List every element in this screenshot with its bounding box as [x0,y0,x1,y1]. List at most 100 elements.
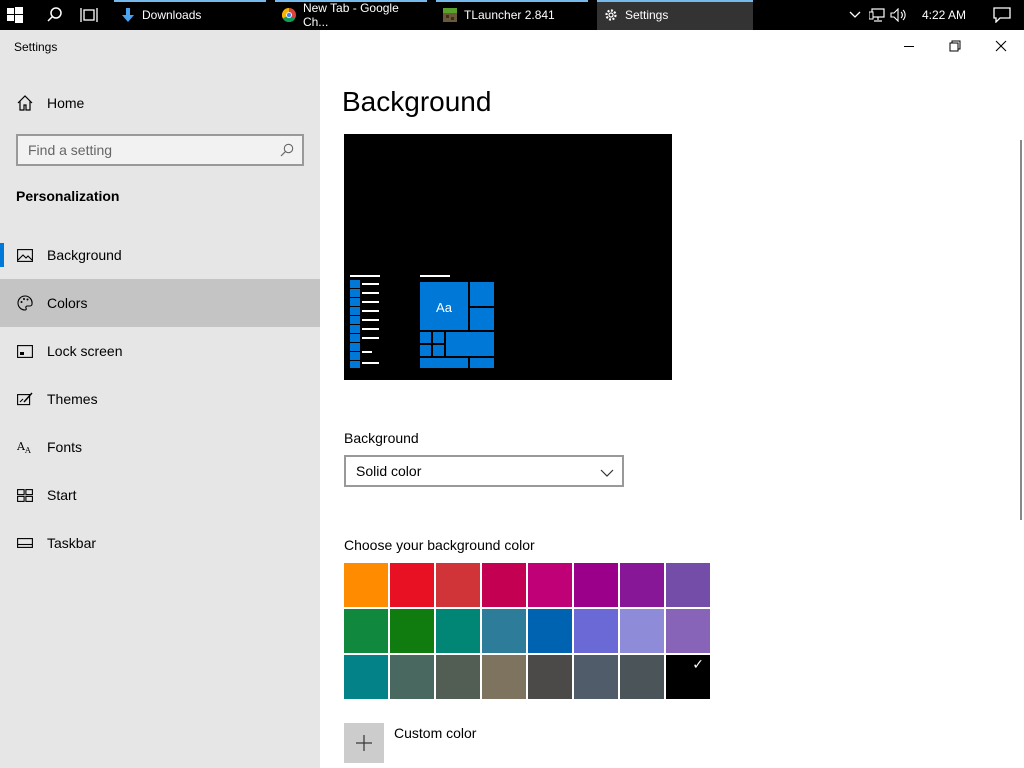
svg-text:A: A [24,446,31,454]
sidebar-section-heading: Personalization [16,188,120,204]
selection-indicator [0,243,4,267]
chevron-down-icon [600,465,614,481]
network-icon[interactable] [866,0,888,30]
volume-icon[interactable] [888,0,910,30]
taskbar-item-tlauncher[interactable]: TLauncher 2.841 [436,0,588,30]
preview-tile-text: Aa [436,300,453,315]
minimize-button[interactable] [886,30,932,62]
color-swatch[interactable] [666,563,710,607]
color-picker-label: Choose your background color [344,537,535,553]
color-swatch[interactable] [620,563,664,607]
plus-icon [344,723,384,763]
start-menu-preview: Aa [350,275,494,368]
chevron-up-icon[interactable] [844,0,866,30]
running-indicator [275,0,427,2]
sidebar-item-label: Colors [47,295,88,311]
action-center-icon[interactable] [980,0,1024,30]
sidebar-nav: Background Colors Lock screen Themes AA … [0,231,320,567]
taskbar-item-label: New Tab - Google Ch... [302,1,399,29]
sidebar-item-taskbar[interactable]: Taskbar [0,519,320,567]
sidebar-item-fonts[interactable]: AA Fonts [0,423,320,471]
taskbar-item-label: Settings [625,8,669,22]
color-swatch[interactable] [482,563,526,607]
windows-start-icon[interactable] [0,0,30,30]
dropdown-value: Solid color [356,463,422,479]
gear-icon [603,7,619,23]
close-button[interactable] [978,30,1024,62]
custom-color-button[interactable]: Custom color [344,723,476,763]
color-swatch[interactable] [482,655,526,699]
taskbar-item-label: TLauncher 2.841 [464,8,555,22]
window-title: Settings [14,40,58,54]
palette-icon [0,295,47,311]
picture-icon [0,248,47,262]
themes-icon [0,392,47,406]
background-type-label: Background [344,430,419,446]
search-icon[interactable] [280,143,294,162]
sidebar-item-label: Lock screen [47,343,123,359]
color-swatch[interactable] [620,655,664,699]
sidebar-item-label: Home [47,95,85,111]
desktop-preview: Aa [344,134,672,380]
color-swatch[interactable] [344,609,388,653]
color-swatch[interactable] [666,655,710,699]
color-swatch[interactable] [574,655,618,699]
custom-color-label: Custom color [394,725,477,741]
sidebar-item-colors[interactable]: Colors [0,279,320,327]
running-indicator [436,0,588,2]
taskbar-item-downloads[interactable]: Downloads [114,0,266,30]
color-swatch[interactable] [344,655,388,699]
color-swatch[interactable] [390,609,434,653]
fonts-icon: AA [0,440,47,454]
color-swatch[interactable] [436,563,480,607]
lock-screen-icon [0,344,47,358]
taskbar-icon [0,538,47,548]
color-swatch[interactable] [482,609,526,653]
color-swatch[interactable] [436,609,480,653]
sidebar-item-lock-screen[interactable]: Lock screen [0,327,320,375]
color-swatch[interactable] [344,563,388,607]
search-input[interactable] [28,142,268,158]
restore-button[interactable] [932,30,978,62]
search-box[interactable] [16,134,304,166]
system-tray: 4:22 AM [844,0,1024,30]
sidebar-item-home[interactable]: Home [0,85,320,121]
color-swatch[interactable] [528,655,572,699]
sidebar-item-label: Taskbar [47,535,97,551]
download-arrow-icon [120,7,136,23]
background-color-grid [344,563,712,699]
home-icon [0,95,47,111]
color-swatch[interactable] [436,655,480,699]
task-view-icon[interactable] [74,0,104,30]
color-swatch[interactable] [574,563,618,607]
settings-sidebar: Settings Home Personalization Background… [0,30,320,768]
sidebar-item-label: Themes [47,391,98,407]
color-swatch[interactable] [528,609,572,653]
start-icon [0,488,47,502]
clock[interactable]: 4:22 AM [922,8,966,22]
sidebar-item-themes[interactable]: Themes [0,375,320,423]
taskbar: Downloads New Tab - Google Ch... TLaunch… [0,0,1024,30]
sidebar-item-label: Start [47,487,77,503]
taskbar-item-chrome[interactable]: New Tab - Google Ch... [275,0,427,30]
sidebar-item-background[interactable]: Background [0,231,320,279]
taskbar-item-settings[interactable]: Settings [597,0,753,30]
page-title: Background [342,86,492,117]
tlauncher-icon [442,7,458,23]
taskbar-item-label: Downloads [142,8,202,22]
scrollbar[interactable] [1020,140,1022,520]
sidebar-item-start[interactable]: Start [0,471,320,519]
color-swatch[interactable] [390,655,434,699]
color-swatch[interactable] [620,609,664,653]
color-swatch[interactable] [528,563,572,607]
color-swatch[interactable] [574,609,618,653]
sidebar-item-label: Background [47,247,122,263]
settings-content: Background Aa Background Solid color Cho… [320,30,1024,768]
running-indicator [114,0,266,2]
color-swatch[interactable] [666,609,710,653]
background-type-dropdown[interactable]: Solid color [344,455,624,487]
sidebar-item-label: Fonts [47,439,83,455]
chrome-icon [281,7,297,23]
search-icon[interactable] [40,0,70,30]
color-swatch[interactable] [390,563,434,607]
